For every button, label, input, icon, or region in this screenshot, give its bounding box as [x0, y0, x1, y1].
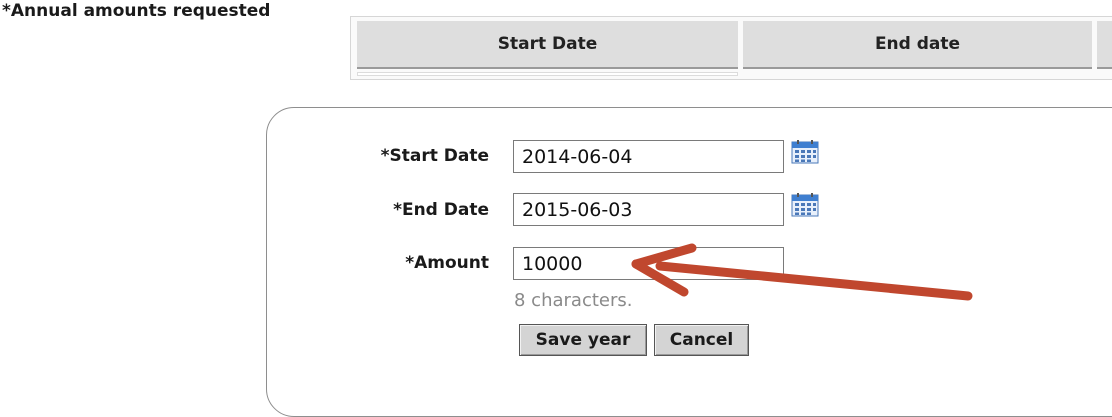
character-count-hint: 8 characters. — [514, 290, 633, 311]
amounts-table: Start Date End date — [350, 16, 1112, 80]
column-header-label: Start Date — [497, 34, 598, 54]
save-year-button[interactable]: Save year — [519, 324, 647, 356]
column-header-start-date[interactable]: Start Date — [357, 21, 738, 69]
start-date-label: *Start Date — [380, 146, 489, 166]
amount-input[interactable] — [513, 247, 784, 280]
calendar-icon[interactable] — [791, 140, 819, 164]
end-date-input[interactable] — [513, 193, 784, 226]
cancel-button[interactable]: Cancel — [654, 324, 749, 356]
start-date-input[interactable] — [513, 140, 784, 173]
table-row — [357, 72, 738, 76]
column-header-end-date[interactable]: End date — [743, 21, 1092, 69]
calendar-icon[interactable] — [791, 193, 819, 217]
end-date-label: *End Date — [393, 200, 489, 220]
column-header-more — [1097, 21, 1112, 69]
column-header-label: End date — [874, 34, 961, 54]
section-heading: *Annual amounts requested — [2, 1, 271, 21]
amount-label: *Amount — [405, 253, 489, 273]
